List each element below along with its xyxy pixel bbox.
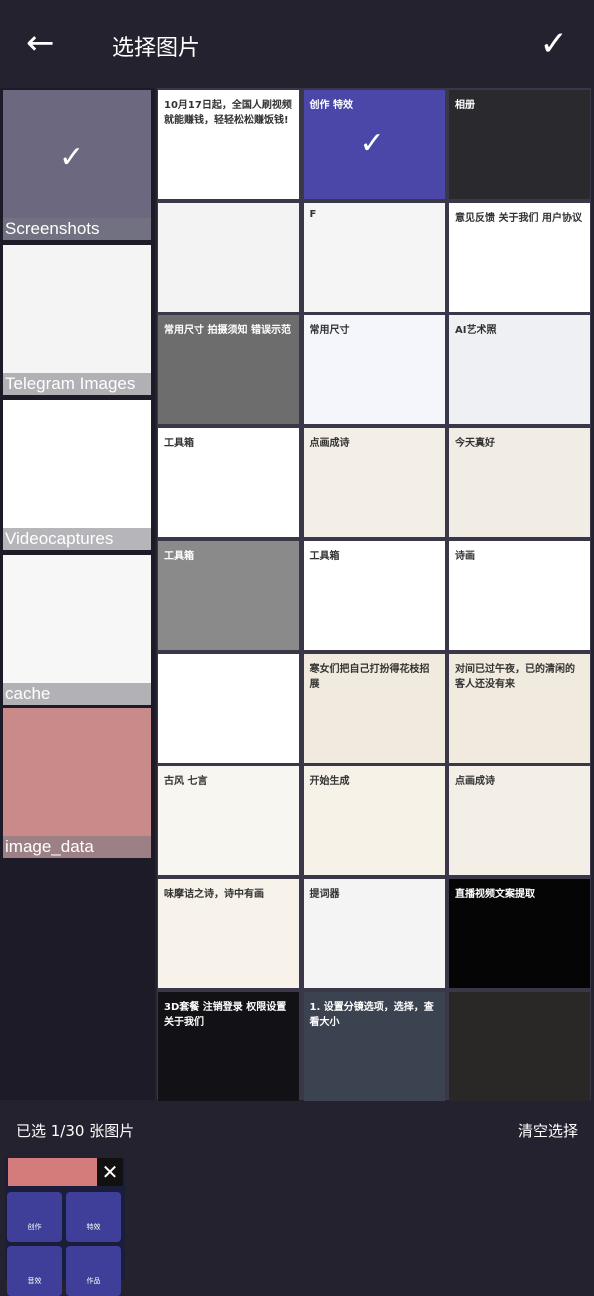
image-tile[interactable]: 工具箱 [303,540,445,650]
tile-content: 常用尺寸 拍摄须知 错误示范 [164,325,291,337]
image-grid[interactable]: 10月17日起，全国人刷视频就能赚钱，轻轻松松赚饭钱! 创作 特效 ✓ 相册 F 意见反馈… [157,88,591,1101]
image-tile[interactable]: 古风 七言 [158,766,299,876]
tile-content: 对间已过午夜，已的清闲的客人还没有来 [455,663,575,690]
tile-content: 10月17日起，全国人刷视频就能赚钱，轻轻松松赚饭钱! [164,100,292,126]
folder-list[interactable]: ✓ Screenshots Telegram Images Videocaptures… [0,88,155,1100]
folder-label: Telegram Images [3,373,151,395]
image-tile[interactable]: 点画成诗 [449,766,590,876]
tile-content: 古风 七言 [164,776,208,788]
folder-label: image_data [3,836,151,858]
image-tile[interactable]: 常用尺寸 拍摄须知 错误示范 [158,315,299,425]
selected-thumbnail[interactable]: ✕ 创作 特效 音效 作品 [5,1158,125,1296]
image-tile[interactable]: 3D套餐 注销登录 权限设置 关于我们 [158,991,299,1101]
tile-content: 直播视频文案提取 [455,888,535,900]
check-icon: ✓ [59,140,85,175]
thumb-button: 创作 [7,1192,62,1242]
image-tile[interactable] [158,653,299,763]
clear-selection-button[interactable]: 清空选择 [518,1120,578,1141]
header: ← 选择图片 ✓ [0,0,594,88]
page-title: 选择图片 [112,36,201,61]
image-tile[interactable]: 今天真好 [449,428,590,538]
check-icon[interactable]: ✓ [540,24,569,64]
image-tile[interactable] [158,202,299,312]
image-tile[interactable]: AI艺术照 [449,315,590,425]
arrow-left-icon[interactable]: ← [26,26,62,62]
selection-count: 已选 1/30 张图片 [16,1122,135,1140]
tile-content: 点画成诗 [455,776,495,788]
tile-content: 开始生成 [309,776,350,788]
image-tile[interactable]: 相册 [449,90,590,199]
thumb-button: 特效 [66,1192,121,1242]
tile-content: 点画成诗 [309,438,350,450]
image-tile[interactable]: 对间已过午夜，已的清闲的客人还没有来 [449,653,590,763]
tile-content: 3D套餐 注销登录 权限设置 关于我们 [164,1001,287,1028]
selection-bar: 已选 1/30 张图片 清空选择 ✕ 创作 特效 音效 作品 [0,1100,594,1296]
image-tile[interactable]: 味摩诘之诗，诗中有画 [158,878,299,988]
image-tile[interactable] [449,991,590,1101]
folder-label: Videocaptures [3,528,151,550]
image-tile[interactable]: 1. 设置分镜选项，选择，查看大小 [303,991,445,1101]
close-icon[interactable]: ✕ [97,1158,123,1186]
tile-content: 寒女们把自己打扮得花枝招展 [309,663,430,690]
folder-cache[interactable]: cache [3,555,151,705]
thumb-button: 音效 [7,1246,62,1296]
tile-content: 相册 [455,100,475,111]
check-icon: ✓ [359,126,385,161]
tile-content: 今天真好 [455,438,495,450]
tile-content: 1. 设置分镜选项，选择，查看大小 [309,1001,434,1028]
image-tile[interactable]: 点画成诗 [303,428,445,538]
tile-content: 工具箱 [309,550,340,562]
image-tile[interactable]: 开始生成 [303,766,445,876]
image-tile[interactable]: 工具箱 [158,540,299,650]
folder-label: Screenshots [3,218,151,240]
folder-label: cache [3,683,151,705]
image-tile[interactable]: F [303,202,445,312]
folder-screenshots[interactable]: ✓ Screenshots [3,90,151,240]
thumb-button: 作品 [66,1246,121,1296]
folder-videocaptures[interactable]: Videocaptures [3,400,151,550]
folder-telegram-images[interactable]: Telegram Images [3,245,151,395]
image-tile[interactable]: 直播视频文案提取 [449,878,590,988]
image-tile[interactable]: 10月17日起，全国人刷视频就能赚钱，轻轻松松赚饭钱! [158,90,299,199]
image-tile[interactable]: 工具箱 [158,428,299,538]
tile-content: 创作 特效 [309,100,353,111]
tile-content: 味摩诘之诗，诗中有画 [164,888,264,900]
tile-content: 工具箱 [164,438,194,450]
image-tile[interactable]: 创作 特效 ✓ [303,90,445,199]
tile-content: 诗画 [455,550,475,562]
image-tile[interactable]: 提词器 [303,878,445,988]
folder-image_data[interactable]: image_data [3,708,151,858]
tile-content: 工具箱 [164,550,194,562]
image-tile[interactable]: 诗画 [449,540,590,650]
image-tile[interactable]: 寒女们把自己打扮得花枝招展 [303,653,445,763]
image-tile[interactable]: 常用尺寸 [303,315,445,425]
image-tile[interactable]: 意见反馈 关于我们 用户协议 [449,202,590,312]
tile-content: AI艺术照 [455,325,497,337]
tile-content: 意见反馈 关于我们 用户协议 [455,212,582,224]
tile-content: 常用尺寸 [309,325,350,337]
tile-content: F [309,208,317,220]
tile-content: 提词器 [309,888,340,900]
